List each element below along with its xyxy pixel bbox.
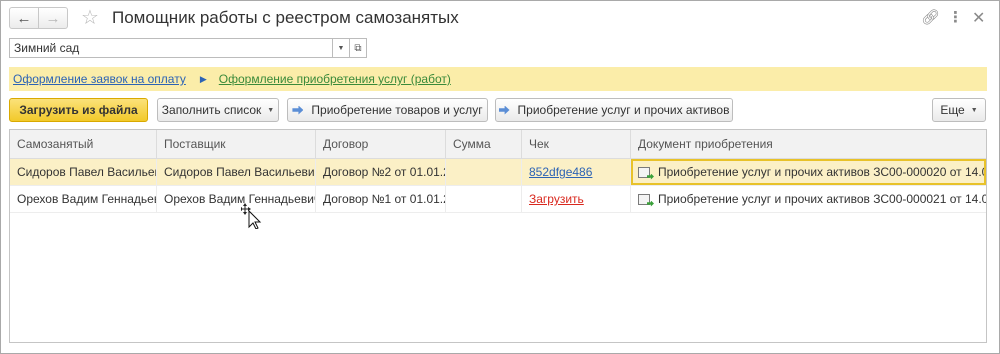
cell-amount	[446, 186, 522, 212]
registry-table: Самозанятый Поставщик Договор Сумма Чек …	[9, 129, 987, 343]
receipt-link[interactable]: 852dfge486	[529, 165, 592, 179]
table-row[interactable]: Орехов Вадим Геннадьевич Орехов Вадим Ге…	[10, 186, 986, 213]
cell-supplier: Сидоров Павел Васильевич	[157, 159, 316, 185]
goods-purchase-button[interactable]: Приобретение товаров и услуг	[287, 98, 488, 122]
cell-document[interactable]: Приобретение услуг и прочих активов ЗС00…	[631, 186, 986, 212]
move-cursor-icon	[241, 203, 262, 229]
star-icon[interactable]: ☆	[81, 5, 99, 30]
link-icon[interactable]: 🔗︎	[921, 8, 940, 26]
breadcrumb: Оформление заявок на оплату ▶ Оформление…	[9, 67, 987, 91]
fill-list-label: Заполнить список	[161, 103, 262, 117]
services-purchase-label: Приобретение услуг и прочих активов	[517, 103, 730, 117]
cell-amount	[446, 159, 522, 185]
organization-input[interactable]	[10, 39, 318, 57]
organization-dropdown-button[interactable]: ▼	[332, 38, 350, 58]
table-header: Самозанятый Поставщик Договор Сумма Чек …	[10, 130, 986, 159]
arrow-right-icon: →	[45, 9, 61, 27]
arrow-right-icon	[498, 105, 510, 115]
document-posted-icon	[638, 166, 650, 178]
triangle-down-icon: ▼	[337, 44, 345, 52]
column-header-amount[interactable]: Сумма	[446, 130, 522, 158]
cell-self-employed: Сидоров Павел Васильевич	[10, 159, 157, 185]
document-posted-icon	[638, 193, 650, 205]
breadcrumb-step-services-purchase[interactable]: Оформление приобретения услуг (работ)	[219, 72, 451, 86]
column-header-contract[interactable]: Договор	[316, 130, 446, 158]
column-header-self-employed[interactable]: Самозанятый	[10, 130, 157, 158]
back-button[interactable]: ←	[9, 7, 39, 29]
organization-open-button[interactable]: ⧉	[349, 38, 367, 58]
document-link[interactable]: Приобретение услуг и прочих активов ЗС00…	[658, 161, 984, 183]
fill-list-button[interactable]: Заполнить список ▼	[157, 98, 279, 122]
arrow-right-icon	[292, 105, 304, 115]
more-label: Еще	[940, 103, 965, 117]
breadcrumb-step-payment-requests[interactable]: Оформление заявок на оплату	[13, 72, 186, 86]
forward-button[interactable]: →	[38, 7, 68, 29]
organization-field[interactable]	[9, 38, 333, 58]
title-bar: ← → ☆ Помощник работы с реестром самозан…	[1, 1, 999, 35]
column-header-document[interactable]: Документ приобретения	[631, 130, 986, 158]
close-icon[interactable]: ✕	[972, 8, 985, 28]
more-button[interactable]: Еще ▼	[932, 98, 986, 122]
table-row[interactable]: Сидоров Павел Васильевич Сидоров Павел В…	[10, 159, 986, 186]
cell-receipt: Загрузить	[522, 186, 631, 212]
cell-document[interactable]: Приобретение услуг и прочих активов ЗС00…	[631, 159, 986, 185]
app-window: ← → ☆ Помощник работы с реестром самозан…	[0, 0, 1000, 354]
cell-contract: Договор №2 от 01.01.2021	[316, 159, 446, 185]
goods-purchase-label: Приобретение товаров и услуг	[311, 103, 483, 117]
triangle-right-icon: ▶	[199, 73, 207, 84]
load-from-file-label: Загрузить из файла	[19, 103, 138, 117]
cell-self-employed: Орехов Вадим Геннадьевич	[10, 186, 157, 212]
column-header-supplier[interactable]: Поставщик	[157, 130, 316, 158]
toolbar: Загрузить из файла Заполнить список ▼ Пр…	[1, 98, 999, 124]
load-from-file-button[interactable]: Загрузить из файла	[9, 98, 148, 122]
chevron-down-icon: ▼	[267, 106, 275, 114]
services-purchase-button[interactable]: Приобретение услуг и прочих активов	[495, 98, 733, 122]
column-header-receipt[interactable]: Чек	[522, 130, 631, 158]
cell-contract: Договор №1 от 01.01.2021	[316, 186, 446, 212]
chevron-down-icon: ▼	[970, 106, 978, 114]
more-vertical-icon[interactable]: ⋮	[948, 8, 963, 26]
page-title: Помощник работы с реестром самозанятых	[112, 8, 459, 27]
document-link[interactable]: Приобретение услуг и прочих активов ЗС00…	[658, 186, 986, 212]
arrow-left-icon: ←	[16, 9, 32, 27]
open-window-icon: ⧉	[354, 42, 362, 54]
load-receipt-link[interactable]: Загрузить	[529, 192, 584, 206]
cell-supplier: Орехов Вадим Геннадьевич	[157, 186, 316, 212]
cell-receipt: 852dfge486	[522, 159, 631, 185]
